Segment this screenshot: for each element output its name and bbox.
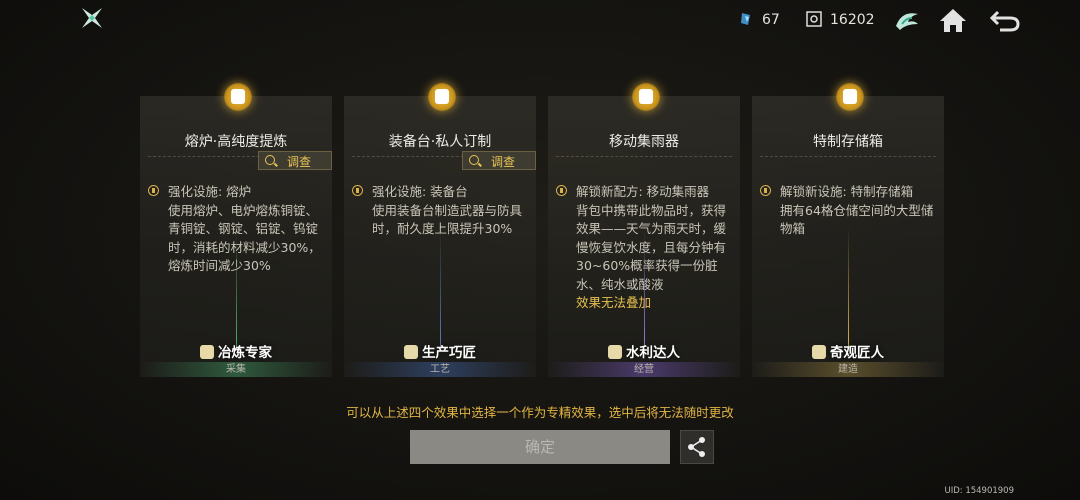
role-icon (812, 345, 826, 359)
category-bar: 建造 (752, 362, 944, 377)
light-beam (440, 227, 441, 347)
specialty-card-smelting[interactable]: 熔炉·高纯度提炼调查强化设施: 熔炉使用熔炉、电炉熔炼铜锭、青铜锭、钢锭、铝锭、… (140, 83, 332, 377)
crystal-count: 67 (762, 12, 780, 28)
divider (760, 156, 936, 157)
bullet-label: 解锁新设施: 特制存储箱 (780, 184, 914, 199)
role-icon (200, 345, 214, 359)
divider (556, 156, 732, 157)
crystal-icon (738, 11, 754, 27)
specialty-card-storage-box[interactable]: 特制存储箱解锁新设施: 特制存储箱拥有64格仓储空间的大型储物箱奇观匠人 建造 (752, 83, 944, 377)
light-beam (236, 227, 237, 347)
inspect-label: 调查 (287, 155, 312, 169)
role-label: 奇观匠人 (830, 345, 884, 361)
confirm-button[interactable]: 确定 (410, 430, 670, 464)
category-bar: 经营 (548, 362, 740, 377)
target-resource: 16202 (806, 11, 875, 28)
shuriken-logo-icon[interactable] (80, 6, 104, 30)
target-icon (806, 11, 822, 27)
back-arrow-icon[interactable] (988, 4, 1022, 36)
light-beam (644, 227, 645, 347)
card-badge-icon (428, 83, 456, 111)
role-title: 水利达人 (548, 341, 740, 361)
card-badge-icon (632, 83, 660, 111)
card-badge-icon (836, 83, 864, 111)
bullet-label: 强化设施: 装备台 (372, 184, 468, 199)
role-label: 水利达人 (626, 345, 680, 361)
inspect-label: 调查 (491, 155, 516, 169)
user-id: UID: 154901909 (944, 486, 1014, 496)
crystal-resource: 67 (738, 11, 780, 28)
role-title: 生产巧匠 (344, 341, 536, 361)
role-title: 奇观匠人 (752, 341, 944, 361)
card-description: 强化设施: 熔炉使用熔炉、电炉熔炼铜锭、青铜锭、钢锭、铝锭、钨锭时，消耗的材料减… (148, 183, 328, 276)
bullet-icon (760, 185, 771, 196)
bullet-icon (148, 185, 159, 196)
light-beam (848, 227, 849, 347)
effect-text: 背包中携带此物品时，获得效果——天气为雨天时，缓慢恢复饮水度，且每分钟有30~6… (576, 202, 727, 292)
category-bar: 采集 (140, 362, 332, 377)
bullet-icon (556, 185, 567, 196)
role-icon (404, 345, 418, 359)
card-description: 解锁新设施: 特制存储箱拥有64格仓储空间的大型储物箱 (760, 183, 940, 239)
effect-text: 拥有64格仓储空间的大型储物箱 (780, 202, 934, 237)
card-title: 特制存储箱 (813, 134, 883, 150)
specialty-card-rain-collector[interactable]: 移动集雨器解锁新配方: 移动集雨器背包中携带此物品时，获得效果——天气为雨天时，… (548, 83, 740, 377)
card-badge-icon (224, 83, 252, 111)
home-icon[interactable] (936, 4, 970, 36)
card-description: 解锁新配方: 移动集雨器背包中携带此物品时，获得效果——天气为雨天时，缓慢恢复饮… (556, 183, 736, 313)
role-title: 冶炼专家 (140, 341, 332, 361)
magnifier-icon (265, 155, 275, 165)
share-icon (688, 437, 705, 457)
card-title: 熔炉·高纯度提炼 (184, 134, 288, 150)
category-bar: 工艺 (344, 362, 536, 377)
selection-hint: 可以从上述四个效果中选择一个作为专精效果，选中后将无法随时更改 (346, 405, 734, 420)
effect-text: 使用熔炉、电炉熔炼铜锭、青铜锭、钢锭、铝锭、钨锭时，消耗的材料减少30%，熔炼时… (168, 202, 321, 274)
card-title: 移动集雨器 (609, 134, 679, 150)
bullet-icon (352, 185, 363, 196)
card-description: 强化设施: 装备台使用装备台制造武器与防具时，耐久度上限提升30% (352, 183, 532, 239)
warning-text: 效果无法叠加 (576, 295, 652, 310)
target-count: 16202 (830, 12, 875, 28)
role-label: 冶炼专家 (218, 345, 272, 361)
bullet-label: 解锁新配方: 移动集雨器 (576, 184, 710, 199)
inspect-button[interactable]: 调查 (258, 151, 332, 170)
share-button[interactable] (680, 430, 714, 464)
role-icon (608, 345, 622, 359)
top-bar: 67 16202 (0, 0, 1080, 42)
card-title: 装备台·私人订制 (388, 134, 492, 150)
specialty-card-equipment[interactable]: 装备台·私人订制调查强化设施: 装备台使用装备台制造武器与防具时，耐久度上限提升… (344, 83, 536, 377)
role-label: 生产巧匠 (422, 345, 476, 361)
bullet-label: 强化设施: 熔炉 (168, 184, 252, 199)
magnifier-icon (469, 155, 479, 165)
effect-text: 使用装备台制造武器与防具时，耐久度上限提升30% (372, 202, 523, 237)
faction-emblem-icon[interactable] (890, 4, 924, 36)
inspect-button[interactable]: 调查 (462, 151, 536, 170)
